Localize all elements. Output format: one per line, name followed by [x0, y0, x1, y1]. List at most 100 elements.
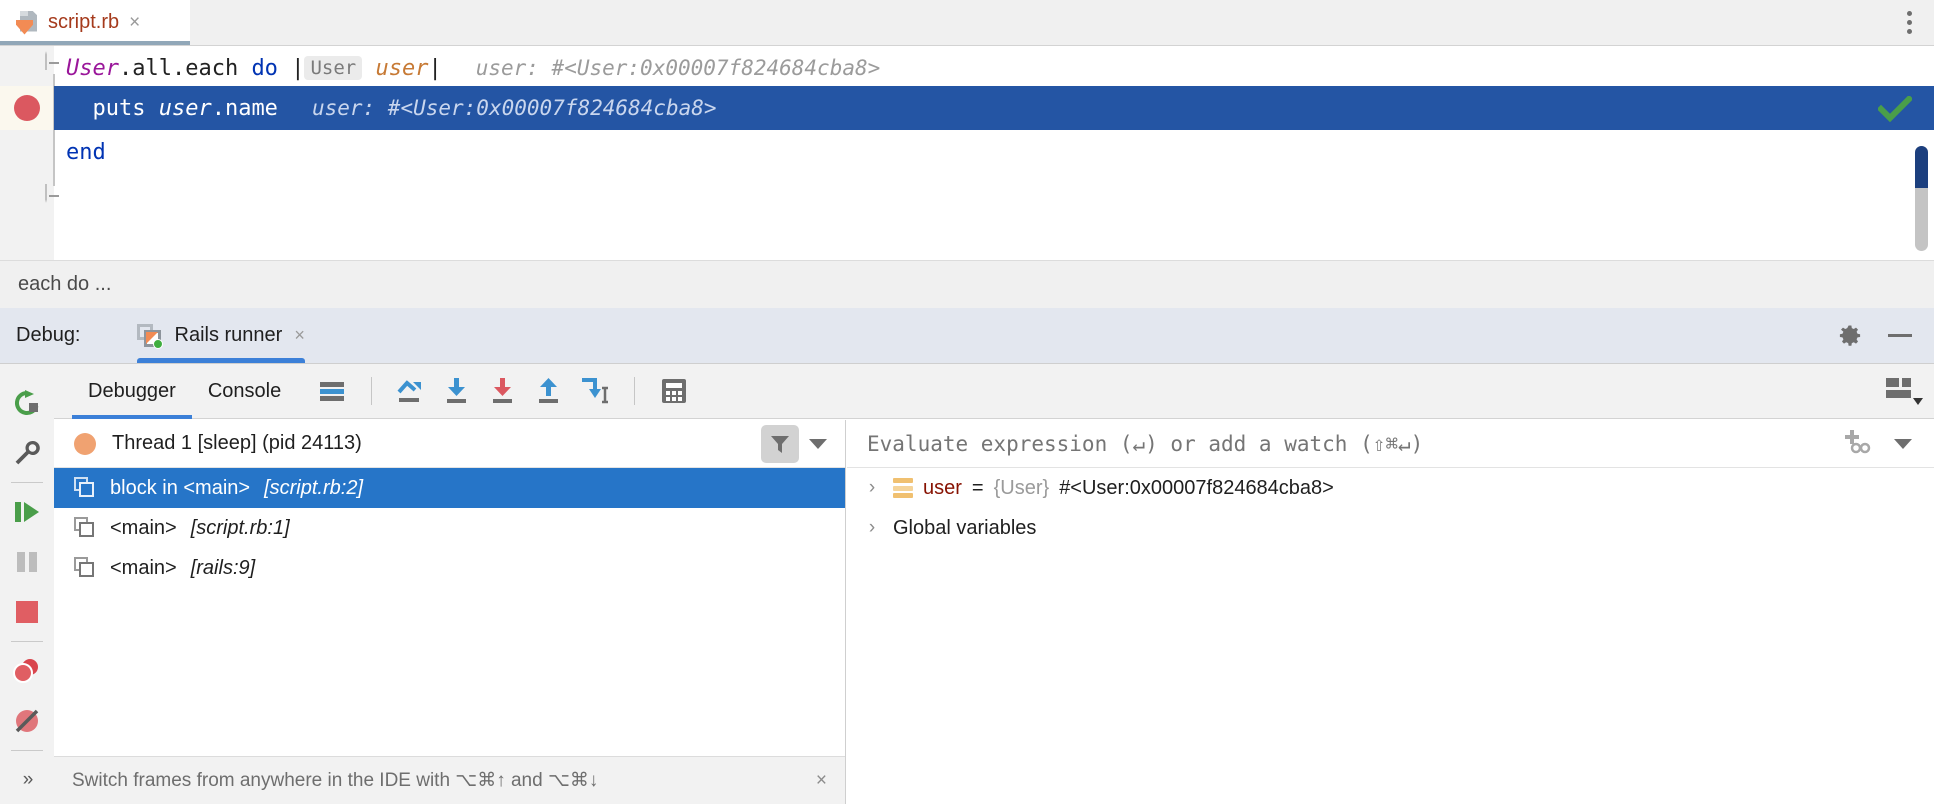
- thread-label: Thread 1 [sleep] (pid 24113): [112, 432, 362, 454]
- chevron-double-right-icon[interactable]: »: [7, 755, 47, 804]
- watch-actions: [1842, 427, 1934, 460]
- tab-bar-actions: [1907, 0, 1934, 45]
- variable-value: #<User:0x00007f824684cba8>: [1059, 476, 1334, 499]
- breadcrumb[interactable]: each do ...: [0, 260, 1934, 308]
- chevron-down-icon[interactable]: [809, 438, 827, 449]
- wrench-icon[interactable]: [7, 428, 47, 478]
- close-icon[interactable]: ×: [294, 325, 305, 346]
- variable-row-user[interactable]: › user = {User} #<User:0x00007f824684cba…: [847, 468, 1934, 508]
- layout-settings-icon[interactable]: [1884, 374, 1924, 408]
- step-out-icon[interactable]: [526, 369, 572, 413]
- code-token-space2: [362, 56, 375, 81]
- editor-tab-bar: script.rb ×: [0, 0, 1934, 45]
- frame-row-0[interactable]: block in <main> [script.rb:2]: [54, 468, 845, 508]
- chevron-down-icon[interactable]: [1894, 438, 1912, 449]
- code-editor[interactable]: User .all.each do | User user | user: #<Use…: [0, 45, 1934, 260]
- debug-window-title: Debug:: [16, 324, 81, 346]
- frame-row-2[interactable]: <main> [rails:9]: [54, 548, 845, 588]
- fold-marker-close-icon[interactable]: [45, 184, 63, 207]
- add-watch-icon[interactable]: [1842, 427, 1872, 460]
- frames-hint-text: Switch frames from anywhere in the IDE w…: [72, 770, 599, 791]
- code-token-pipe-open: |: [291, 55, 305, 81]
- variable-group-label: Global variables: [893, 516, 1037, 539]
- frame-name: <main>: [110, 556, 177, 579]
- inspection-ok-check-icon[interactable]: [1878, 96, 1912, 122]
- frame-location: [script.rb:1]: [190, 516, 290, 539]
- code-line-2[interactable]: puts user .name user: #<User:0x00007f8246…: [54, 86, 1934, 130]
- frame-location: [script.rb:2]: [264, 476, 363, 499]
- close-icon[interactable]: ×: [816, 770, 827, 792]
- frames-hint-bar: Switch frames from anywhere in the IDE w…: [54, 756, 845, 804]
- code-token-keyword-3: end: [66, 139, 106, 165]
- tree-expand-arrow-icon[interactable]: ›: [861, 477, 883, 499]
- stop-button[interactable]: [7, 587, 47, 637]
- tab-console[interactable]: Console: [192, 364, 297, 419]
- inlay-type-hint[interactable]: User: [304, 56, 363, 80]
- step-into-icon[interactable]: [434, 369, 480, 413]
- thread-actions: [761, 424, 845, 463]
- calculator-icon[interactable]: [651, 369, 697, 413]
- gear-icon[interactable]: [1838, 324, 1862, 348]
- kebab-menu-icon[interactable]: [1907, 11, 1912, 34]
- run-to-cursor-icon[interactable]: [572, 369, 618, 413]
- object-variable-icon: [893, 478, 913, 498]
- debug-tool-window: » Debugger Console Thread 1 [sleep] (pid…: [0, 363, 1934, 804]
- variable-equals: =: [971, 476, 984, 499]
- stack-frame-icon: [74, 477, 96, 499]
- watch-input-row[interactable]: [847, 420, 1934, 468]
- debug-header-actions: [1838, 324, 1934, 348]
- code-line-1[interactable]: User .all.each do | User user | user: #<Use…: [54, 46, 1934, 90]
- thread-selector[interactable]: Thread 1 [sleep] (pid 24113): [54, 420, 845, 468]
- frame-location: [rails:9]: [190, 556, 256, 579]
- run-configuration-tab[interactable]: Rails runner ×: [123, 308, 319, 363]
- editor-tab-label: script.rb: [48, 11, 120, 33]
- breakpoint-icon[interactable]: [14, 95, 40, 121]
- ruby-file-icon: [16, 10, 38, 35]
- view-breakpoints-button[interactable]: [7, 646, 47, 696]
- tab-debugger[interactable]: Debugger: [72, 364, 192, 419]
- toolbar-divider: [11, 482, 43, 483]
- frame-row-1[interactable]: <main> [script.rb:1]: [54, 508, 845, 548]
- minimize-icon[interactable]: [1888, 334, 1912, 337]
- code-token-plain-2a: puts: [66, 95, 159, 121]
- debugger-toolbar-right: [1884, 374, 1934, 408]
- code-token-pipe-close: |: [428, 55, 442, 81]
- code-token-plain: .all.each: [118, 55, 252, 81]
- rails-runner-icon: [136, 323, 163, 349]
- variable-row-global-variables[interactable]: › Global variables: [847, 508, 1934, 548]
- gutter-breakpoint-row[interactable]: [0, 86, 54, 130]
- variable-type: {User}: [993, 476, 1050, 499]
- toolbar-divider-2: [634, 377, 636, 405]
- inline-debug-value-line-2[interactable]: user: #<User:0x00007f824684cba8>: [312, 96, 717, 120]
- stack-frame-icon: [74, 517, 96, 539]
- execution-point-icon[interactable]: [309, 369, 355, 413]
- resume-program-button[interactable]: [7, 487, 47, 537]
- variables-panel: › user = {User} #<User:0x00007f824684cba…: [847, 420, 1934, 804]
- tree-expand-arrow-icon[interactable]: ›: [861, 517, 883, 539]
- step-over-icon[interactable]: [388, 369, 434, 413]
- debug-side-toolbar: »: [0, 364, 54, 804]
- code-token-plain-2b: .name: [211, 95, 278, 121]
- tab-console-label: Console: [207, 379, 282, 402]
- frame-name: <main>: [110, 516, 177, 539]
- editor-scrollbar-thumb-highlight[interactable]: [1915, 146, 1928, 188]
- code-token-param-2: user: [158, 95, 212, 121]
- mute-breakpoints-button[interactable]: [7, 696, 47, 746]
- force-step-into-icon[interactable]: [480, 369, 526, 413]
- code-token-param: user: [375, 55, 429, 81]
- filter-funnel-icon[interactable]: [761, 424, 799, 463]
- inline-debug-value-line-1[interactable]: user: #<User:0x00007f824684cba8>: [476, 56, 881, 80]
- editor-gutter[interactable]: [0, 46, 54, 260]
- pause-program-button[interactable]: [7, 537, 47, 587]
- rerun-button[interactable]: [7, 378, 47, 428]
- code-line-3[interactable]: end: [54, 130, 1934, 174]
- debugger-toolbar: Debugger Console: [54, 364, 1934, 419]
- editor-tab-script-rb[interactable]: script.rb ×: [0, 0, 190, 45]
- evaluate-expression-input[interactable]: [867, 431, 1842, 456]
- tab-debugger-label: Debugger: [88, 379, 176, 402]
- tab-active-underline: [72, 414, 192, 419]
- thread-suspended-icon: [74, 432, 96, 455]
- close-icon[interactable]: ×: [129, 13, 140, 32]
- debug-tool-window-header: Debug: Rails runner ×: [0, 308, 1934, 363]
- toolbar-divider: [371, 377, 373, 405]
